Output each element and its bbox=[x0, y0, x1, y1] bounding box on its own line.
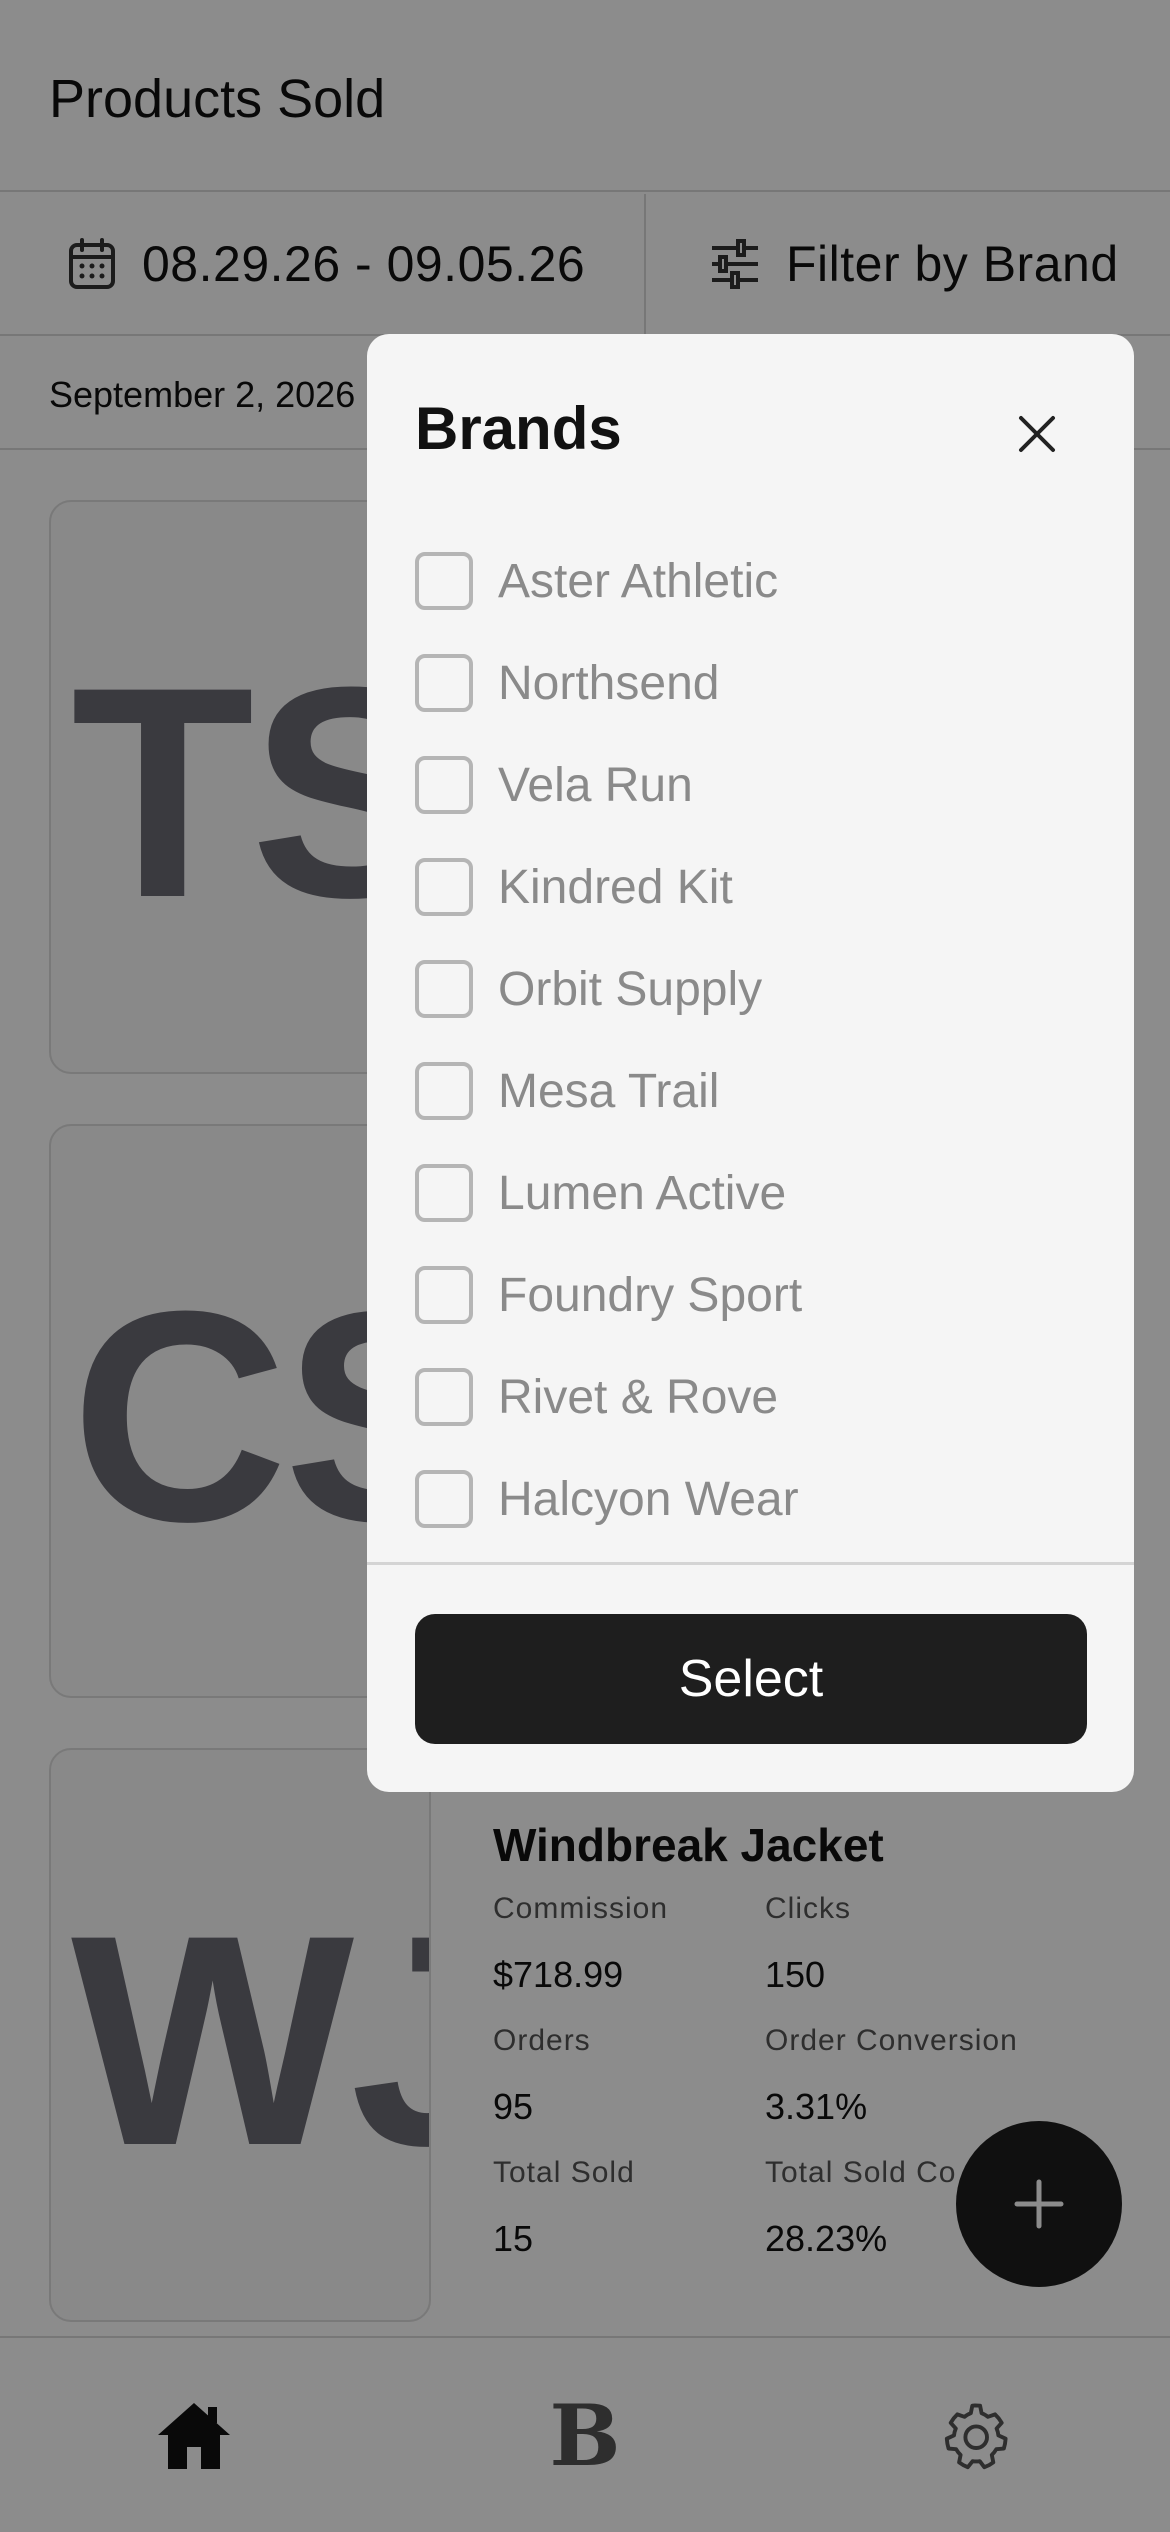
brand-option[interactable]: Lumen Active bbox=[415, 1142, 1095, 1244]
products-sold-screen: Products Sold 08.29.26 - 09.05.26 Filter… bbox=[0, 0, 1170, 2532]
brand-option[interactable]: Rivet & Rove bbox=[415, 1346, 1095, 1448]
brand-checkbox[interactable] bbox=[415, 858, 473, 916]
brand-label: Kindred Kit bbox=[498, 860, 733, 914]
brands-modal: Brands Aster Athletic Northsend Vela Run bbox=[367, 334, 1134, 1792]
brand-option[interactable]: Aster Athletic bbox=[415, 530, 1095, 632]
select-button[interactable]: Select bbox=[415, 1614, 1087, 1744]
brand-option[interactable]: Foundry Sport bbox=[415, 1244, 1095, 1346]
brand-option[interactable]: Orbit Supply bbox=[415, 938, 1095, 1040]
brand-option[interactable]: Vela Run bbox=[415, 734, 1095, 836]
brand-checkbox[interactable] bbox=[415, 1062, 473, 1120]
modal-divider bbox=[367, 1562, 1134, 1565]
brand-label: Halcyon Wear bbox=[498, 1472, 799, 1526]
brand-checkbox[interactable] bbox=[415, 756, 473, 814]
brand-option[interactable]: Northsend bbox=[415, 632, 1095, 734]
modal-title: Brands bbox=[415, 395, 622, 462]
brand-label: Vela Run bbox=[498, 758, 693, 812]
brand-label: Aster Athletic bbox=[498, 554, 779, 608]
brand-label: Rivet & Rove bbox=[498, 1370, 779, 1424]
brand-label: Mesa Trail bbox=[498, 1064, 720, 1118]
brand-checkbox[interactable] bbox=[415, 1266, 473, 1324]
brand-checkbox[interactable] bbox=[415, 1164, 473, 1222]
brand-label: Northsend bbox=[498, 656, 720, 710]
brand-option[interactable]: Kindred Kit bbox=[415, 836, 1095, 938]
brand-label: Orbit Supply bbox=[498, 962, 763, 1016]
brand-option[interactable]: Halcyon Wear bbox=[415, 1448, 1095, 1550]
brand-checkbox[interactable] bbox=[415, 552, 473, 610]
brand-list: Aster Athletic Northsend Vela Run Kindre… bbox=[415, 530, 1095, 1550]
close-button[interactable] bbox=[1007, 404, 1067, 464]
brand-checkbox[interactable] bbox=[415, 960, 473, 1018]
brand-checkbox[interactable] bbox=[415, 654, 473, 712]
brand-checkbox[interactable] bbox=[415, 1470, 473, 1528]
brand-label: Foundry Sport bbox=[498, 1268, 803, 1322]
brand-label: Lumen Active bbox=[498, 1166, 787, 1220]
brand-checkbox[interactable] bbox=[415, 1368, 473, 1426]
brand-option[interactable]: Mesa Trail bbox=[415, 1040, 1095, 1142]
close-icon bbox=[1019, 416, 1055, 452]
